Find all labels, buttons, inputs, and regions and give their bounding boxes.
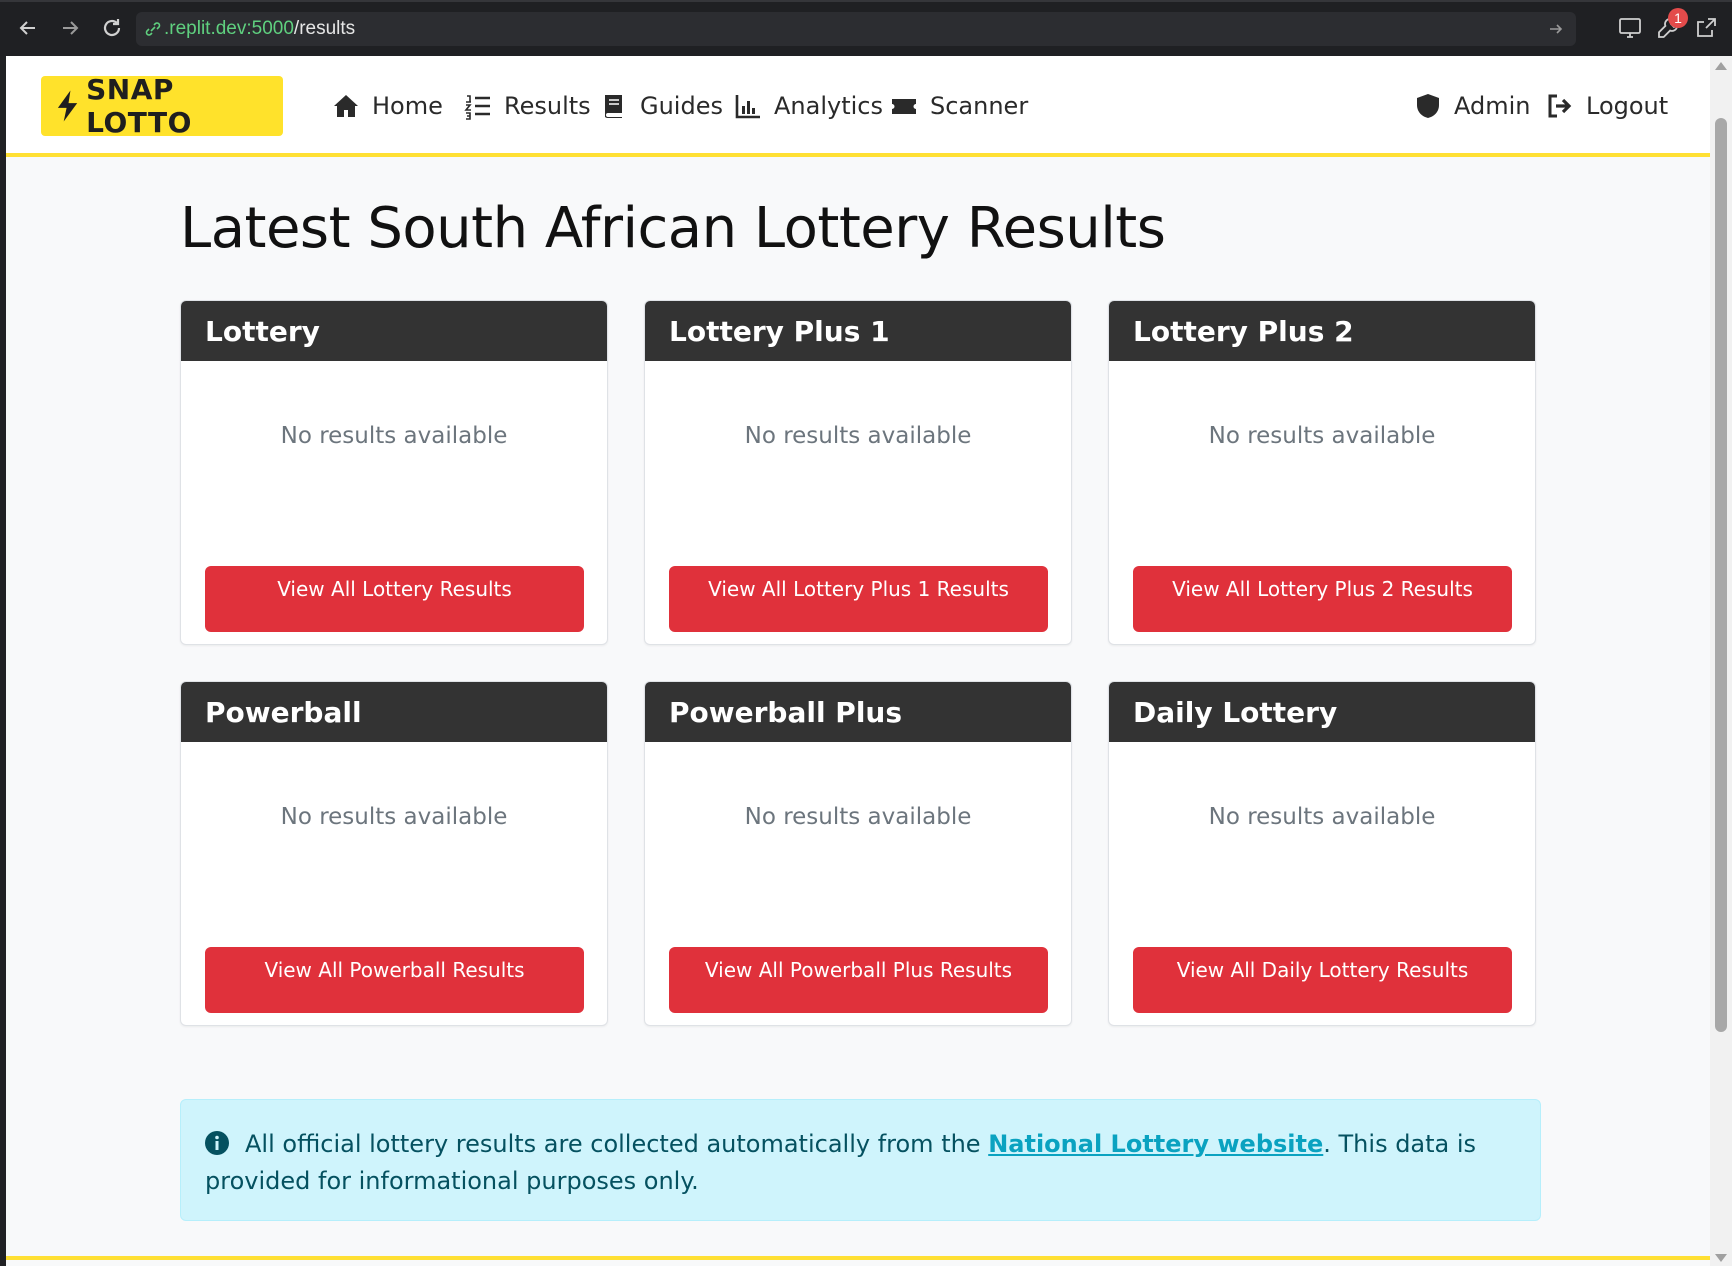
tab-strip-edge <box>0 0 1732 2</box>
vertical-scrollbar[interactable] <box>1710 56 1732 1266</box>
view-all-lottery-button[interactable]: View All Lottery Results <box>205 566 584 632</box>
card-title: Daily Lottery <box>1109 682 1535 742</box>
card-lottery: Lottery No results available View All Lo… <box>180 300 608 645</box>
view-all-lottery-plus-1-button[interactable]: View All Lottery Plus 1 Results <box>669 566 1048 632</box>
ticket-icon <box>892 99 916 114</box>
card-lottery-plus-2: Lottery Plus 2 No results available View… <box>1108 300 1536 645</box>
book-icon <box>605 95 622 119</box>
card-daily-lottery: Daily Lottery No results available View … <box>1108 681 1536 1026</box>
scroll-down-arrow-icon[interactable] <box>1715 1254 1727 1262</box>
empty-state-text: No results available <box>744 804 972 830</box>
card-powerball-plus: Powerball Plus No results available View… <box>644 681 1072 1026</box>
scroll-up-arrow-icon[interactable] <box>1715 62 1727 70</box>
card-lottery-plus-1: Lottery Plus 1 No results available View… <box>644 300 1072 645</box>
reload-icon[interactable] <box>98 14 126 42</box>
card-title: Lottery <box>181 301 607 361</box>
nav-admin[interactable]: Admin <box>1414 86 1531 126</box>
nav-scanner[interactable]: Scanner <box>890 86 1028 126</box>
nav-home[interactable]: Home <box>332 86 443 126</box>
url-text: .replit.dev:5000/results <box>164 18 356 39</box>
card-powerball: Powerball No results available View All … <box>180 681 608 1026</box>
card-title: Powerball Plus <box>645 682 1071 742</box>
nav-admin-label: Admin <box>1454 92 1531 120</box>
shield-icon <box>1417 94 1439 118</box>
page-viewport: SNAP LOTTO Home Results Guides Analytics… <box>6 56 1710 1266</box>
nav-guides-label: Guides <box>640 92 723 120</box>
page-title: Latest South African Lottery Results <box>180 196 1166 261</box>
open-external-icon[interactable] <box>1694 16 1718 40</box>
footer-divider <box>6 1256 1710 1260</box>
nav-guides[interactable]: Guides <box>600 86 723 126</box>
list-ordered-icon <box>464 95 490 120</box>
card-title: Lottery Plus 1 <box>645 301 1071 361</box>
home-icon <box>334 95 358 117</box>
info-alert: All official lottery results are collect… <box>180 1099 1541 1221</box>
browser-toolbar: .replit.dev:5000/results 1 <box>0 0 1732 56</box>
view-all-daily-lottery-button[interactable]: View All Daily Lottery Results <box>1133 947 1512 1013</box>
national-lottery-link[interactable]: National Lottery website <box>988 1130 1323 1158</box>
nav-home-label: Home <box>372 92 443 120</box>
empty-state-text: No results available <box>1208 423 1436 449</box>
brand-name: SNAP LOTTO <box>86 73 192 139</box>
brand-logo[interactable]: SNAP LOTTO <box>41 73 283 139</box>
nav-results[interactable]: Results <box>464 86 591 126</box>
card-title: Powerball <box>181 682 607 742</box>
forward-icon[interactable] <box>56 14 84 42</box>
view-all-powerball-button[interactable]: View All Powerball Results <box>205 947 584 1013</box>
link-icon <box>145 22 161 36</box>
view-all-powerball-plus-button[interactable]: View All Powerball Plus Results <box>669 947 1048 1013</box>
empty-state-text: No results available <box>744 423 972 449</box>
nav-analytics-label: Analytics <box>774 92 883 120</box>
nav-analytics[interactable]: Analytics <box>734 86 883 126</box>
notification-badge: 1 <box>1668 8 1688 28</box>
nav-scanner-label: Scanner <box>930 92 1029 120</box>
card-title: Lottery Plus 2 <box>1109 301 1535 361</box>
empty-state-text: No results available <box>280 423 508 449</box>
address-bar[interactable]: .replit.dev:5000/results <box>136 12 1576 46</box>
empty-state-text: No results available <box>1208 804 1436 830</box>
lightning-icon <box>57 90 78 122</box>
go-arrow-icon[interactable] <box>1548 21 1564 37</box>
back-icon[interactable] <box>14 14 42 42</box>
empty-state-text: No results available <box>280 804 508 830</box>
view-all-lottery-plus-2-button[interactable]: View All Lottery Plus 2 Results <box>1133 566 1512 632</box>
nav-logout[interactable]: Logout <box>1546 86 1668 126</box>
monitor-icon[interactable] <box>1618 16 1642 40</box>
info-text-before: All official lottery results are collect… <box>245 1130 989 1158</box>
nav-results-label: Results <box>504 92 591 120</box>
chart-icon <box>735 95 760 119</box>
info-icon <box>205 1131 229 1155</box>
logout-icon <box>1548 94 1572 118</box>
nav-logout-label: Logout <box>1586 92 1669 120</box>
site-navbar: SNAP LOTTO Home Results Guides Analytics… <box>6 56 1710 157</box>
scrollbar-thumb[interactable] <box>1715 118 1727 1032</box>
